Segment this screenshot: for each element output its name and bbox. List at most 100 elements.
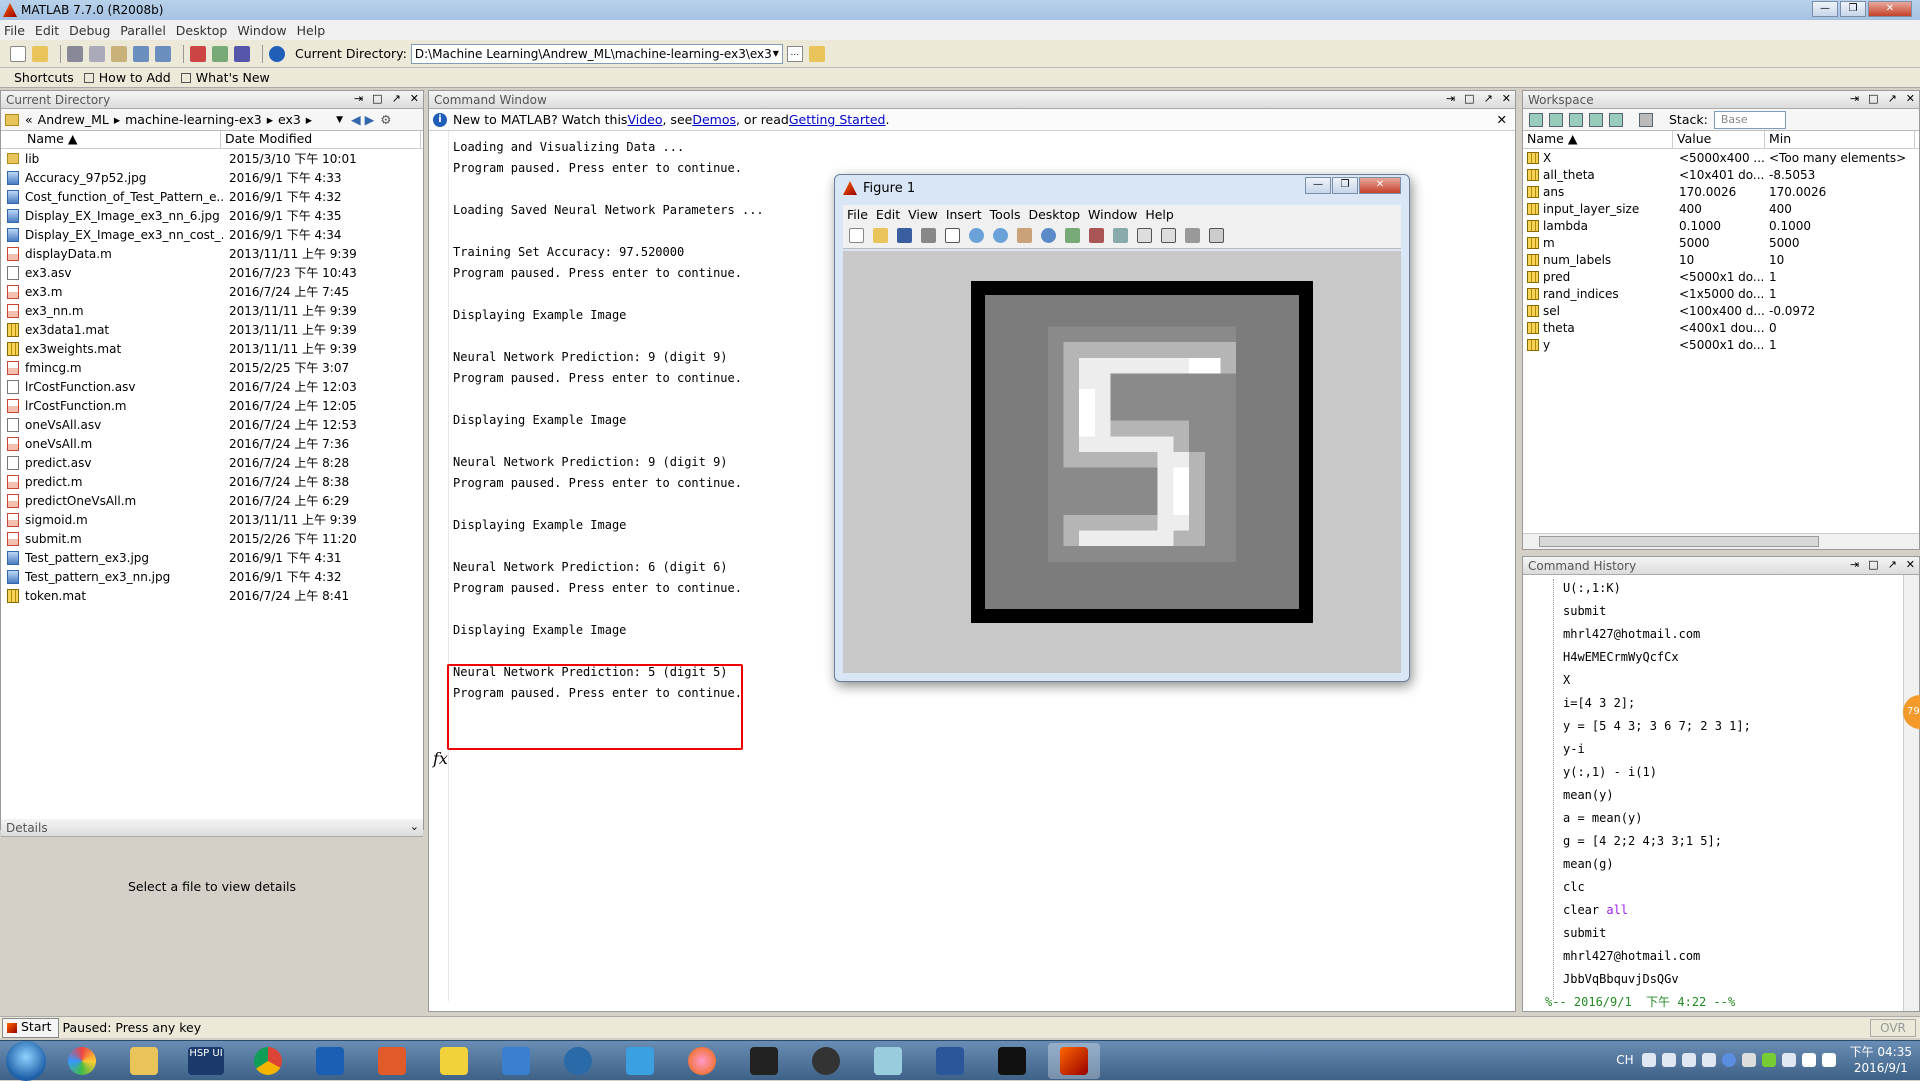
- current-directory-field[interactable]: D:\Machine Learning\Andrew_ML\machine-le…: [410, 43, 783, 64]
- variable-row[interactable]: theta <400x1 dou... 0: [1523, 319, 1919, 336]
- show-plot-tools-icon[interactable]: [1209, 228, 1224, 243]
- colorbar-icon[interactable]: [1137, 228, 1152, 243]
- data-cursor-icon[interactable]: [1065, 228, 1080, 243]
- pane-undock-icon[interactable]: ↗: [1888, 92, 1897, 105]
- fig-menu-help[interactable]: Help: [1145, 207, 1174, 222]
- file-row[interactable]: predict.asv 2016/7/24 上午 8:28: [1, 453, 423, 472]
- minimize-button[interactable]: —: [1812, 1, 1838, 17]
- language-indicator[interactable]: CH: [1616, 1053, 1633, 1067]
- pane-close-icon[interactable]: ✕: [1906, 558, 1915, 571]
- menu-help[interactable]: Help: [297, 23, 326, 38]
- how-to-add-link[interactable]: How to Add: [99, 70, 171, 85]
- fig-menu-insert[interactable]: Insert: [946, 207, 982, 222]
- history-item[interactable]: X: [1563, 669, 1751, 692]
- paste-icon[interactable]: [111, 45, 127, 62]
- ime-icon[interactable]: [1641, 1053, 1656, 1067]
- fig-menu-window[interactable]: Window: [1088, 207, 1137, 222]
- file-row[interactable]: Test_pattern_ex3_nn.jpg 2016/9/1 下午 4:32: [1, 567, 423, 586]
- network-signal-icon[interactable]: [1801, 1053, 1816, 1067]
- fig-menu-tools[interactable]: Tools: [990, 207, 1021, 222]
- taskbar-app-active[interactable]: [1048, 1042, 1100, 1079]
- file-row[interactable]: lib 2015/3/10 下午 10:01: [1, 149, 423, 168]
- windows-start-orb-icon[interactable]: [6, 1040, 46, 1081]
- security-tray-icon[interactable]: [1761, 1053, 1776, 1067]
- file-row[interactable]: predict.m 2016/7/24 上午 8:38: [1, 472, 423, 491]
- breadcrumb-separator[interactable]: ▸: [114, 112, 120, 127]
- tray-icon[interactable]: [1681, 1053, 1696, 1067]
- pane-close-icon[interactable]: ✕: [1502, 92, 1511, 105]
- menu-parallel[interactable]: Parallel: [120, 23, 166, 38]
- variable-row[interactable]: rand_indices <1x5000 do... 1: [1523, 285, 1919, 302]
- taskbar-app[interactable]: [862, 1043, 914, 1079]
- copy-icon[interactable]: [89, 45, 105, 62]
- breadcrumb-dropdown-icon[interactable]: ▼: [336, 115, 343, 125]
- file-row[interactable]: Display_EX_Image_ex3_nn_6.jpg 2016/9/1 下午…: [1, 206, 423, 225]
- breadcrumb-item[interactable]: machine-learning-ex3: [125, 112, 262, 127]
- volume-icon[interactable]: [1821, 1053, 1836, 1067]
- pane-move-icon[interactable]: ⇥: [354, 92, 363, 105]
- vertical-scrollbar[interactable]: [1903, 575, 1919, 1011]
- menu-file[interactable]: File: [4, 23, 25, 38]
- variable-row[interactable]: input_layer_size 400 400: [1523, 200, 1919, 217]
- taskbar-app[interactable]: [56, 1043, 108, 1079]
- close-button[interactable]: ✕: [1868, 1, 1912, 17]
- settings-tray-icon[interactable]: [1741, 1053, 1756, 1067]
- file-row[interactable]: lrCostFunction.m 2016/7/24 上午 12:05: [1, 396, 423, 415]
- whats-new-link[interactable]: What's New: [196, 70, 270, 85]
- new-file-icon[interactable]: [10, 45, 26, 62]
- variable-row[interactable]: all_theta <10x401 do... -8.5053: [1523, 166, 1919, 183]
- cut-icon[interactable]: [67, 45, 83, 62]
- import-data-icon[interactable]: [1569, 112, 1583, 127]
- plot-selection-icon[interactable]: [1639, 112, 1653, 127]
- taskbar-app[interactable]: [614, 1043, 666, 1079]
- rotate-3d-icon[interactable]: [1041, 228, 1056, 243]
- taskbar-app[interactable]: [366, 1043, 418, 1079]
- pane-move-icon[interactable]: ⇥: [1850, 92, 1859, 105]
- variable-row[interactable]: X <5000x400 ... <Too many elements>: [1523, 149, 1919, 166]
- save-workspace-icon[interactable]: [1589, 112, 1603, 127]
- file-row[interactable]: displayData.m 2013/11/11 上午 9:39: [1, 244, 423, 263]
- breadcrumb-item[interactable]: Andrew_ML: [38, 112, 109, 127]
- history-item[interactable]: y(:,1) - i(1): [1563, 761, 1751, 784]
- taskbar-app[interactable]: [118, 1043, 170, 1079]
- close-banner-icon[interactable]: ✕: [1497, 112, 1507, 127]
- scrollbar-thumb[interactable]: [1539, 536, 1819, 547]
- zoom-in-icon[interactable]: [969, 228, 984, 243]
- back-arrow-icon[interactable]: ◀: [351, 112, 361, 127]
- name-column-header[interactable]: Name ▲: [1523, 131, 1673, 148]
- figure-canvas[interactable]: [843, 251, 1401, 673]
- variable-row[interactable]: lambda 0.1000 0.1000: [1523, 217, 1919, 234]
- fig-menu-view[interactable]: View: [908, 207, 938, 222]
- pane-undock-icon[interactable]: ↗: [1484, 92, 1493, 105]
- hide-plot-tools-icon[interactable]: [1185, 228, 1200, 243]
- variable-row[interactable]: sel <100x400 d... -0.0972: [1523, 302, 1919, 319]
- fig-menu-desktop[interactable]: Desktop: [1028, 207, 1080, 222]
- maximize-button[interactable]: ❐: [1840, 1, 1866, 17]
- open-variable-icon[interactable]: [1549, 112, 1563, 127]
- variable-row[interactable]: num_labels 10 10: [1523, 251, 1919, 268]
- history-list[interactable]: U(:,1:K) submit mhrl427@hotmail.com H4wEMEC…: [1545, 577, 1751, 1014]
- file-row[interactable]: fmincg.m 2015/2/25 下午 3:07: [1, 358, 423, 377]
- tray-icon[interactable]: [1781, 1053, 1796, 1067]
- history-item[interactable]: mean(g): [1563, 853, 1751, 876]
- pane-move-icon[interactable]: ⇥: [1850, 558, 1859, 571]
- settings-gear-icon[interactable]: ⚙: [380, 112, 391, 127]
- file-row[interactable]: submit.m 2015/2/26 下午 11:20: [1, 529, 423, 548]
- brush-icon[interactable]: [1089, 228, 1104, 243]
- figure-minimize-button[interactable]: —: [1305, 177, 1331, 194]
- browse-button[interactable]: ...: [786, 45, 803, 62]
- simulink-icon[interactable]: [190, 45, 206, 62]
- pan-hand-icon[interactable]: [1017, 228, 1032, 243]
- history-item[interactable]: a = mean(y): [1563, 807, 1751, 830]
- start-button[interactable]: Start: [2, 1017, 59, 1038]
- profiler-icon[interactable]: [234, 45, 250, 62]
- history-item[interactable]: g = [4 2;2 4;3 3;1 5];: [1563, 830, 1751, 853]
- history-item[interactable]: i=[4 3 2];: [1563, 692, 1751, 715]
- pane-maximize-icon[interactable]: □: [1464, 92, 1474, 105]
- variable-row[interactable]: ans 170.0026 170.0026: [1523, 183, 1919, 200]
- video-link[interactable]: Video: [627, 112, 662, 127]
- file-row[interactable]: Test_pattern_ex3.jpg 2016/9/1 下午 4:31: [1, 548, 423, 567]
- variable-row[interactable]: pred <5000x1 do... 1: [1523, 268, 1919, 285]
- menu-desktop[interactable]: Desktop: [176, 23, 228, 38]
- file-row[interactable]: ex3.m 2016/7/24 上午 7:45: [1, 282, 423, 301]
